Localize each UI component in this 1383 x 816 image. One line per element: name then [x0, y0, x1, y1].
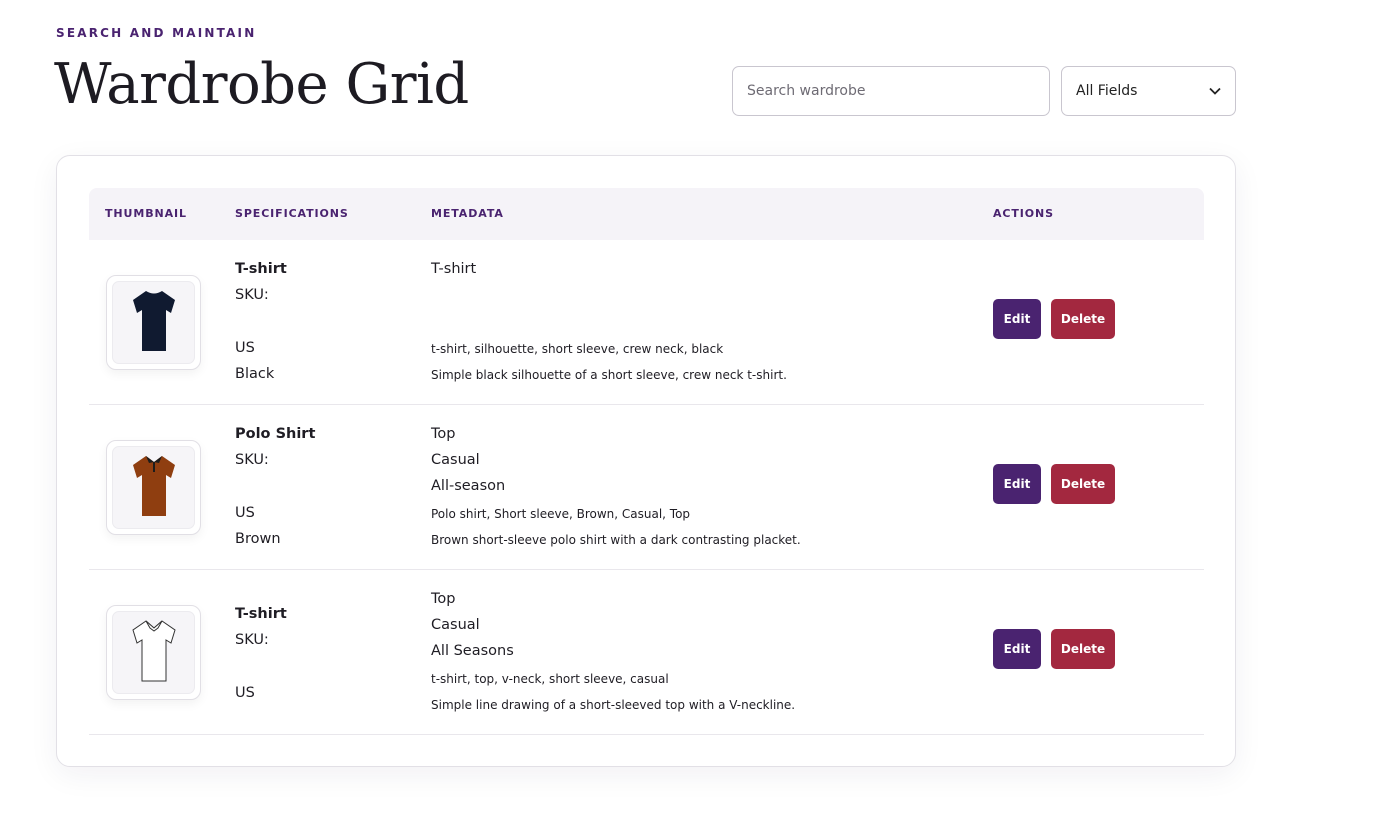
edit-button[interactable]: Edit — [993, 299, 1041, 339]
item-region: US — [235, 340, 255, 356]
item-name: T-shirt — [235, 606, 287, 622]
item-color: Brown — [235, 531, 281, 547]
column-header-actions: ACTIONS — [993, 207, 1054, 220]
field-filter-select[interactable]: All Fields — [1061, 66, 1236, 116]
table-header: THUMBNAIL SPECIFICATIONS METADATA ACTION… — [89, 188, 1204, 240]
column-header-metadata: METADATA — [431, 207, 504, 220]
white-vneck-top-icon — [131, 619, 177, 687]
item-color: Black — [235, 366, 275, 382]
item-category: Top — [431, 426, 456, 442]
item-name: Polo Shirt — [235, 426, 316, 442]
item-style: Casual — [431, 617, 480, 633]
item-style: Casual — [431, 452, 480, 468]
table-row: T-shirt SKU: US Top Casual All Seasons t… — [89, 570, 1204, 735]
item-season: All Seasons — [431, 643, 514, 659]
column-header-specifications: SPECIFICATIONS — [235, 207, 349, 220]
item-name: T-shirt — [235, 261, 287, 277]
item-sku-label: SKU: — [235, 287, 269, 303]
page-eyebrow: SEARCH AND MAINTAIN — [56, 26, 257, 40]
item-category: Top — [431, 591, 456, 607]
item-region: US — [235, 685, 255, 701]
edit-button[interactable]: Edit — [993, 629, 1041, 669]
edit-button[interactable]: Edit — [993, 464, 1041, 504]
item-tags: Polo shirt, Short sleeve, Brown, Casual,… — [431, 507, 691, 521]
item-sku-label: SKU: — [235, 452, 269, 468]
table-row: Polo Shirt SKU: US Brown Top Casual All-… — [89, 405, 1204, 570]
item-sku-label: SKU: — [235, 632, 269, 648]
item-description: Simple black silhouette of a short sleev… — [431, 368, 787, 382]
item-region: US — [235, 505, 255, 521]
wardrobe-table-card: THUMBNAIL SPECIFICATIONS METADATA ACTION… — [56, 155, 1236, 767]
item-thumbnail — [106, 605, 201, 700]
page-title: Wardrobe Grid — [54, 52, 469, 117]
column-header-thumbnail: THUMBNAIL — [105, 207, 187, 220]
delete-button[interactable]: Delete — [1051, 464, 1115, 504]
brown-polo-shirt-icon — [131, 454, 177, 522]
delete-button[interactable]: Delete — [1051, 629, 1115, 669]
table-row: T-shirt SKU: US Black T-shirt t-shirt, s… — [89, 240, 1204, 405]
item-thumbnail — [106, 275, 201, 370]
item-category: T-shirt — [431, 261, 477, 277]
item-tags: t-shirt, silhouette, short sleeve, crew … — [431, 342, 724, 356]
delete-button[interactable]: Delete — [1051, 299, 1115, 339]
field-filter-selected: All Fields — [1076, 83, 1138, 99]
item-tags: t-shirt, top, v-neck, short sleeve, casu… — [431, 672, 669, 686]
item-season: All-season — [431, 478, 506, 494]
chevron-down-icon — [1209, 85, 1221, 98]
black-tshirt-icon — [131, 289, 177, 357]
item-description: Brown short-sleeve polo shirt with a dar… — [431, 533, 801, 547]
item-description: Simple line drawing of a short-sleeved t… — [431, 698, 796, 712]
search-input[interactable] — [732, 66, 1050, 116]
item-thumbnail — [106, 440, 201, 535]
